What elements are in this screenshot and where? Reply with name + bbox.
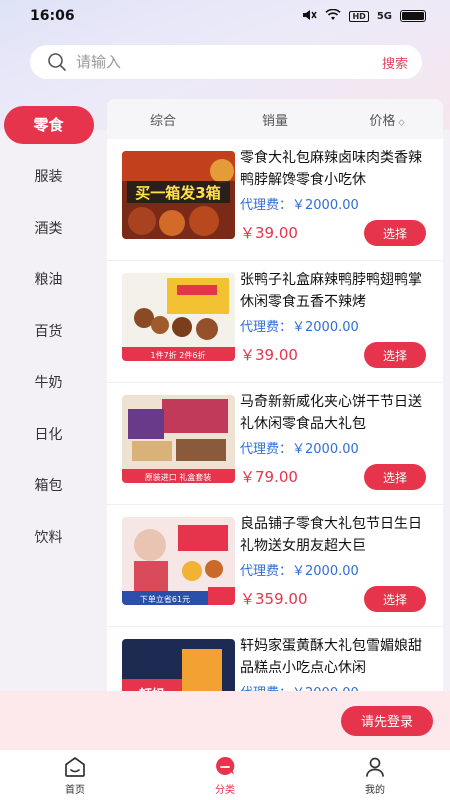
sort-bar: 综合 销量 价格 ⬦ — [107, 99, 443, 139]
tab-label: 我的 — [365, 784, 385, 796]
profile-icon — [366, 757, 384, 777]
product-image-text: 1件7折 2件6折 — [151, 350, 206, 360]
sidebar-item-liquor[interactable]: 酒类 — [0, 202, 97, 254]
tab-label: 分类 — [215, 784, 235, 796]
product-title: 良品铺子零食大礼包节日生日礼物送女朋友超大巨 — [240, 516, 422, 554]
sidebar-item-label: 箱包 — [34, 478, 63, 495]
tab-profile[interactable]: 我的 — [300, 750, 450, 800]
search-bar: 搜索 — [30, 45, 422, 79]
product-item[interactable]: 买一箱发3箱 零食大礼包麻辣卤味肉类香辣鸭脖解馋零食小吃休 代理费：￥2000.… — [107, 139, 443, 261]
sort-tab-sales[interactable]: 销量 — [219, 110, 331, 129]
login-banner: 请先登录 — [0, 691, 450, 750]
product-image: 下单立省61元 — [122, 517, 235, 605]
sidebar-item-label: 零食 — [3, 105, 94, 144]
status-icons: HD 5G — [301, 8, 426, 24]
product-title: 零食大礼包麻辣卤味肉类香辣鸭脖解馋零食小吃休 — [240, 150, 422, 188]
sidebar-item-label: 服装 — [34, 169, 63, 186]
select-button[interactable]: 选择 — [364, 586, 426, 612]
product-image: 1件7折 2件6折 — [122, 273, 235, 361]
category-icon — [216, 756, 235, 775]
sort-arrows-icon: ⬦ — [398, 117, 405, 128]
sort-tab-comprehensive[interactable]: 综合 — [107, 110, 219, 129]
agent-fee: 代理费：￥2000.00 — [240, 442, 359, 457]
select-button[interactable]: 选择 — [364, 220, 426, 246]
sidebar-item-milk[interactable]: 牛奶 — [0, 357, 97, 409]
product-title: 马奇新新威化夹心饼干节日送礼休闲零食品大礼包 — [240, 394, 422, 432]
product-price: ￥39.00 — [240, 346, 298, 364]
product-price: ￥39.00 — [240, 224, 298, 242]
tab-home[interactable]: 首页 — [0, 750, 150, 800]
battery-icon — [400, 10, 426, 22]
product-title: 轩妈家蛋黄酥大礼包雪媚娘甜品糕点小吃点心休闲 — [240, 638, 422, 676]
product-item[interactable]: 1件7折 2件6折 张鸭子礼盒麻辣鸭脖鸭翅鸭掌休闲零食五香不辣烤 代理费：￥20… — [107, 261, 443, 383]
sidebar-item-label: 日化 — [34, 426, 63, 443]
sort-tab-price[interactable]: 价格 ⬦ — [331, 110, 443, 129]
product-title: 张鸭子礼盒麻辣鸭脖鸭翅鸭掌休闲零食五香不辣烤 — [240, 272, 422, 310]
agent-fee: 代理费：￥2000.00 — [240, 564, 359, 579]
agent-fee: 代理费：￥2000.00 — [240, 320, 359, 335]
sidebar-item-label: 酒类 — [34, 220, 63, 237]
sidebar-item-clothing[interactable]: 服装 — [0, 151, 97, 203]
status-bar: 16:06 HD 5G — [0, 0, 450, 32]
product-image-text: 原装进口 礼盒套装 — [145, 472, 212, 482]
sidebar-item-grain-oil[interactable]: 粮油 — [0, 254, 97, 306]
product-item[interactable]: 下单立省61元 良品铺子零食大礼包节日生日礼物送女朋友超大巨 代理费：￥2000… — [107, 505, 443, 627]
sidebar-item-label: 饮料 — [34, 529, 63, 546]
product-price: ￥359.00 — [240, 590, 308, 608]
sidebar-item-label: 百货 — [34, 323, 63, 340]
login-button[interactable]: 请先登录 — [341, 705, 433, 736]
product-image-text: 买一箱发3箱 — [135, 184, 220, 202]
signal-icon: 5G — [376, 10, 392, 22]
agent-fee: 代理费：￥2000.00 — [240, 198, 359, 213]
select-button[interactable]: 选择 — [364, 464, 426, 490]
sidebar-item-label: 牛奶 — [34, 375, 63, 392]
search-button[interactable]: 搜索 — [382, 53, 408, 72]
sort-tab-label: 综合 — [149, 113, 176, 129]
sidebar-item-general-goods[interactable]: 百货 — [0, 305, 97, 357]
status-time: 16:06 — [30, 8, 75, 24]
bottom-tab-bar: 首页 分类 我的 — [0, 750, 450, 800]
product-item[interactable]: 原装进口 礼盒套装 马奇新新威化夹心饼干节日送礼休闲零食品大礼包 代理费：￥20… — [107, 383, 443, 505]
product-image-text: 下单立省61元 — [140, 594, 190, 604]
mute-icon — [301, 9, 318, 24]
select-button[interactable]: 选择 — [364, 342, 426, 368]
category-sidebar: 零食 服装 酒类 粮油 百货 牛奶 日化 箱包 饮料 — [0, 99, 97, 563]
tab-category[interactable]: 分类 — [150, 750, 300, 800]
hd-icon: HD — [349, 10, 369, 22]
sort-tab-label: 销量 — [261, 113, 288, 129]
product-item[interactable]: 轩妈 轩妈家蛋黄酥大礼包雪媚娘甜品糕点小吃点心休闲 代理费：￥2000.00 — [107, 627, 443, 699]
sidebar-item-snacks[interactable]: 零食 — [0, 99, 97, 151]
sidebar-item-bags[interactable]: 箱包 — [0, 460, 97, 512]
product-image: 轩妈 — [122, 639, 235, 699]
sidebar-item-label: 粮油 — [34, 272, 63, 289]
product-image: 原装进口 礼盒套装 — [122, 395, 235, 483]
search-input[interactable] — [76, 53, 382, 71]
product-price: ￥79.00 — [240, 468, 298, 486]
search-icon — [48, 53, 66, 71]
home-icon — [65, 756, 85, 777]
sidebar-item-daily-chemicals[interactable]: 日化 — [0, 408, 97, 460]
product-panel: 综合 销量 价格 ⬦ 买一箱发3箱 零食大礼包麻辣卤味肉类香辣鸭脖解馋零食小吃休 … — [107, 99, 443, 699]
tab-label: 首页 — [65, 784, 85, 796]
sidebar-item-drinks[interactable]: 饮料 — [0, 511, 97, 563]
sort-tab-label: 价格 — [369, 113, 396, 129]
product-image: 买一箱发3箱 — [122, 151, 235, 239]
wifi-icon — [325, 8, 342, 24]
